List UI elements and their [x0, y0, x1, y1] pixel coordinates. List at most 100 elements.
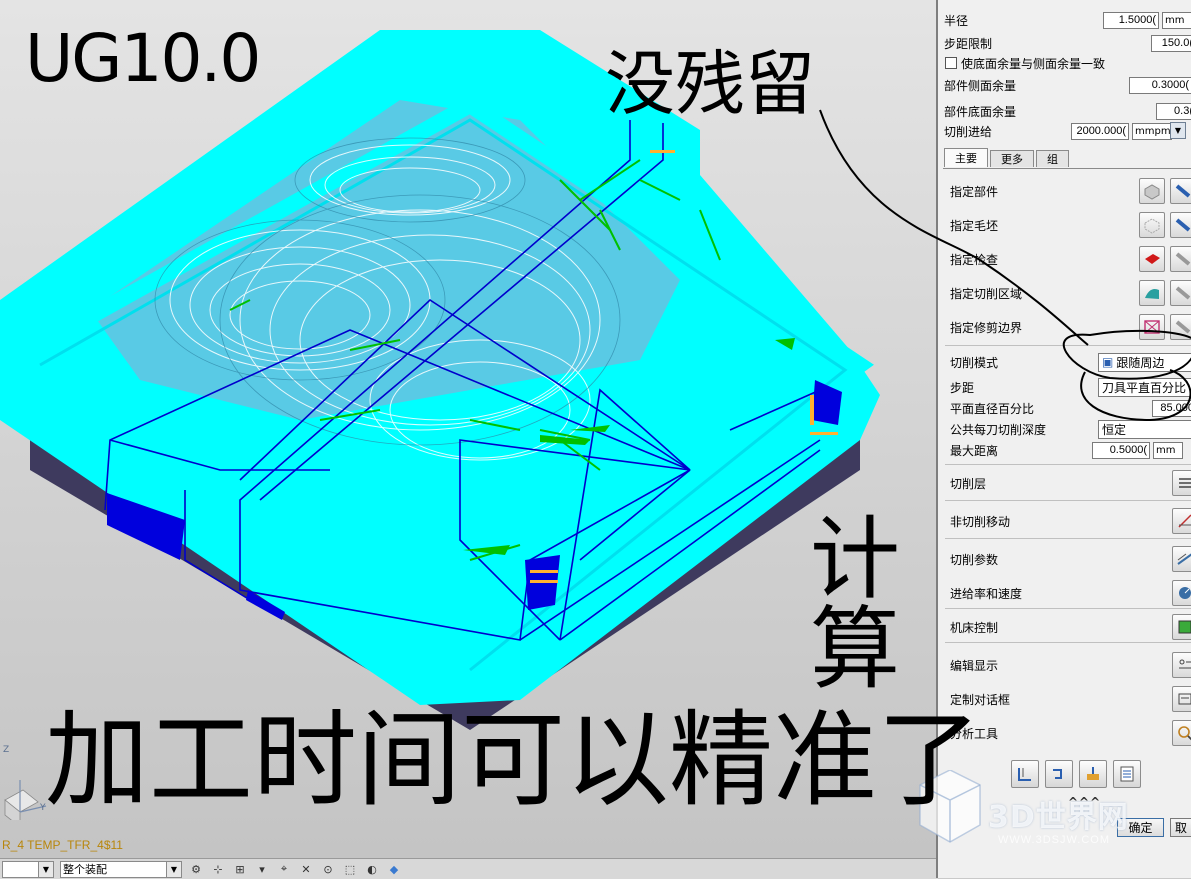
section-cutting-parameters[interactable]: 切削参数	[942, 546, 1191, 572]
display-cut-area-icon[interactable]	[1170, 280, 1191, 306]
component-filter-icon[interactable]: ⚙	[188, 862, 204, 877]
part-floor-stock-label: 部件底面余量	[944, 104, 1017, 119]
part-wall-stock-field[interactable]: 0.3000(	[1129, 76, 1191, 94]
stepover-label: 步距	[950, 380, 975, 395]
part-floor-stock-field[interactable]: 0.3(	[1156, 102, 1191, 120]
flat-diameter-row: 平面直径百分比 85.000	[942, 397, 1191, 419]
tab-group[interactable]: 组	[1036, 150, 1069, 167]
snap-intersection-icon[interactable]: ✕	[298, 862, 314, 877]
flat-diameter-field[interactable]: 85.000	[1152, 399, 1191, 417]
divider	[945, 464, 1191, 465]
section-label: 非切削移动	[950, 514, 1011, 529]
selection-box-icon[interactable]: ⬚	[342, 862, 358, 877]
check-geometry-icon[interactable]	[1139, 246, 1165, 272]
edit-display-icon[interactable]	[1172, 652, 1191, 678]
part-name-label: R_4 TEMP_TFR_4$11	[2, 838, 123, 852]
display-blank-icon[interactable]	[1170, 212, 1191, 238]
display-mode-icon[interactable]: ◐	[364, 862, 380, 877]
watermark-text: 3D世界网	[988, 800, 1129, 835]
cut-levels-icon[interactable]	[1172, 470, 1191, 496]
max-distance-field[interactable]: 0.5000(	[1092, 441, 1150, 459]
machine-control-icon[interactable]	[1172, 614, 1191, 640]
divider	[945, 345, 1191, 346]
stepover-row: 步距 刀具平直百分比	[942, 376, 1191, 398]
tab-more[interactable]: 更多	[990, 150, 1034, 167]
specify-trim-label: 指定修剪边界	[950, 320, 1023, 335]
cut-pattern-select[interactable]: ▣ 跟随周边	[1098, 352, 1191, 372]
trim-boundary-icon[interactable]	[1139, 314, 1165, 340]
specify-cut-area-row: 指定切削区域	[942, 280, 1191, 306]
cut-feed-unit[interactable]: mmpm	[1132, 122, 1172, 140]
chevron-down-icon[interactable]: ▼	[166, 861, 181, 877]
snap-menu-icon[interactable]: ▾	[254, 862, 270, 877]
depth-per-cut-row: 公共每刀切削深度 恒定	[942, 418, 1191, 440]
verify-icon[interactable]	[1079, 760, 1107, 788]
action-toolbar	[1011, 760, 1141, 788]
section-label: 切削参数	[950, 552, 999, 567]
cut-feed-row: 切削进给 2000.000( mmpm ▼	[936, 120, 1191, 142]
stepover-select[interactable]: 刀具平直百分比	[1098, 377, 1191, 397]
section-edit-display[interactable]: 编辑显示	[942, 652, 1191, 678]
radius-field[interactable]: 1.5000(	[1103, 11, 1159, 29]
stepover-limit-label: 步距限制	[944, 36, 993, 51]
radius-unit[interactable]: mm	[1162, 11, 1191, 29]
flat-diameter-label: 平面直径百分比	[950, 401, 1035, 416]
custom-dialog-icon[interactable]	[1172, 686, 1191, 712]
display-trim-icon[interactable]	[1170, 314, 1191, 340]
section-machine-control[interactable]: 机床控制	[942, 614, 1191, 640]
radius-label: 半径	[944, 13, 969, 28]
cutting-parameters-icon[interactable]	[1172, 546, 1191, 572]
ink-text-compute: 计算	[810, 507, 900, 702]
same-stock-checkbox[interactable]	[945, 57, 957, 69]
part-geometry-icon[interactable]	[1139, 178, 1165, 204]
selection-scope-value: 整个装配	[63, 863, 107, 876]
display-part-icon[interactable]	[1170, 178, 1191, 204]
divider	[945, 500, 1191, 501]
tab-main[interactable]: 主要	[944, 148, 988, 167]
depth-per-cut-label: 公共每刀切削深度	[950, 422, 1047, 437]
specify-blank-label: 指定毛坯	[950, 218, 999, 233]
specify-part-row: 指定部件	[942, 178, 1191, 204]
stepover-limit-field[interactable]: 150.0(	[1151, 34, 1191, 52]
cancel-button[interactable]: 取	[1170, 818, 1191, 837]
specify-part-label: 指定部件	[950, 184, 999, 199]
selection-filter-combo[interactable]: ▼	[2, 860, 54, 878]
snap-control-icon[interactable]: ⌖	[276, 862, 292, 877]
stepover-limit-row: 步距限制 150.0(	[936, 32, 1191, 54]
section-label: 进给率和速度	[950, 586, 1023, 601]
shaded-cube-icon[interactable]: ◆	[386, 862, 402, 877]
section-cut-levels[interactable]: 切削层	[942, 470, 1191, 496]
selection-scope-combo[interactable]: 整个装配 ▼	[60, 860, 182, 878]
radius-row: 半径 1.5000( mm	[936, 9, 1191, 31]
ink-text-no-leftover: 没残留	[605, 43, 815, 125]
view-orient-icon[interactable]: ⊙	[320, 862, 336, 877]
list-icon[interactable]	[1113, 760, 1141, 788]
generate-icon[interactable]	[1011, 760, 1039, 788]
z-axis-label: Z	[3, 745, 9, 755]
depth-per-cut-select[interactable]: 恒定	[1098, 419, 1191, 439]
section-non-cutting-moves[interactable]: 非切削移动	[942, 508, 1191, 534]
feeds-speeds-icon[interactable]	[1172, 580, 1191, 606]
snap-midpoint-icon[interactable]: ⊞	[232, 862, 248, 877]
cut-feed-field[interactable]: 2000.000(	[1071, 122, 1129, 140]
specify-cut-area-label: 指定切削区域	[950, 286, 1023, 301]
section-label: 编辑显示	[950, 658, 999, 673]
cut-pattern-value: 跟随周边	[1116, 355, 1165, 370]
same-stock-label: 使底面余量与侧面余量一致	[961, 56, 1106, 71]
section-feeds-speeds[interactable]: 进给率和速度	[942, 580, 1191, 606]
divider	[945, 642, 1191, 643]
replay-icon[interactable]	[1045, 760, 1073, 788]
cut-feed-label: 切削进给	[944, 124, 993, 139]
max-distance-unit[interactable]: mm	[1153, 441, 1183, 459]
snap-point-icon[interactable]: ⊹	[210, 862, 226, 877]
non-cutting-moves-icon[interactable]	[1172, 508, 1191, 534]
chevron-down-icon[interactable]: ▼	[38, 861, 53, 877]
blank-geometry-icon[interactable]	[1139, 212, 1165, 238]
analysis-tools-icon[interactable]	[1172, 720, 1191, 746]
depth-per-cut-value: 恒定	[1102, 422, 1127, 437]
section-label: 切削层	[950, 476, 987, 491]
cut-area-icon[interactable]	[1139, 280, 1165, 306]
chevron-down-icon[interactable]: ▼	[1170, 122, 1186, 139]
display-check-icon[interactable]	[1170, 246, 1191, 272]
specify-blank-row: 指定毛坯	[942, 212, 1191, 238]
